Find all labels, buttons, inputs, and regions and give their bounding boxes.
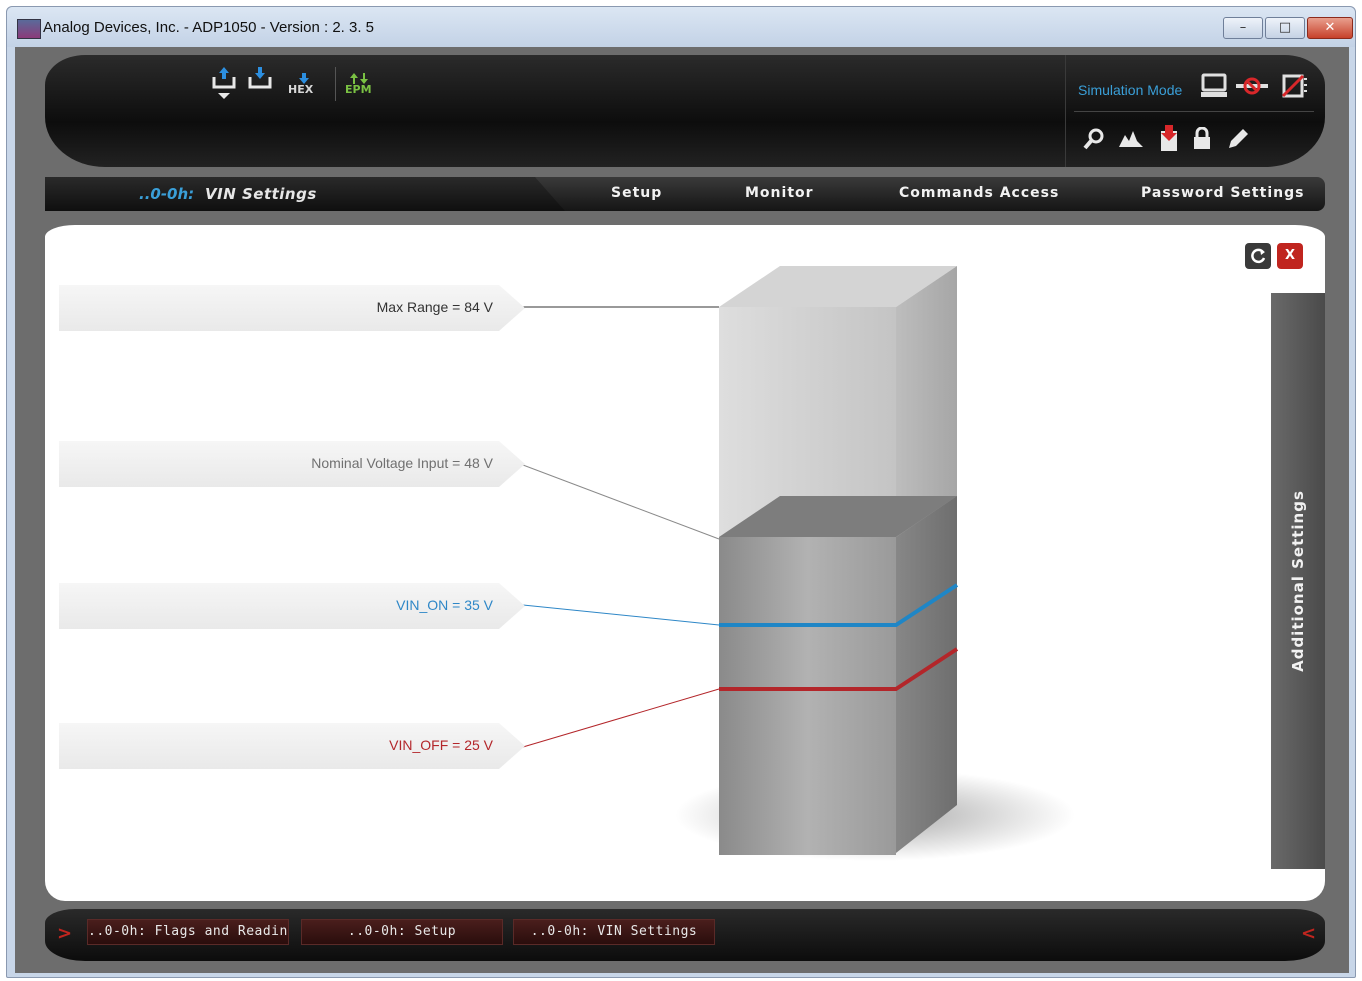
epm-icon[interactable]: EPM bbox=[345, 67, 375, 96]
column-lower-side bbox=[896, 496, 957, 853]
lock-icon[interactable] bbox=[1192, 126, 1212, 157]
simulation-separator bbox=[1074, 111, 1314, 112]
nominal-voltage-label: Nominal Voltage Input = 48 V bbox=[311, 455, 493, 471]
max-range-callout: Max Range = 84 V bbox=[59, 285, 525, 331]
nav-item-monitor[interactable]: Monitor bbox=[745, 185, 814, 201]
vin-on-callout[interactable]: VIN_ON = 35 V bbox=[59, 583, 525, 629]
max-range-label: Max Range = 84 V bbox=[376, 299, 493, 315]
upload-icon[interactable] bbox=[211, 65, 237, 110]
computer-icon[interactable] bbox=[1200, 73, 1228, 105]
maximize-button[interactable]: □ bbox=[1265, 17, 1305, 39]
download-icon[interactable] bbox=[247, 65, 273, 98]
search-icon[interactable] bbox=[1082, 127, 1106, 157]
vin-on-label: VIN_ON = 35 V bbox=[396, 597, 493, 613]
app-window: Analog Devices, Inc. - ADP1050 - Version… bbox=[6, 6, 1356, 978]
bottom-tab-flags-readings[interactable]: ..0-0h: Flags and Readings bbox=[87, 919, 289, 945]
bottom-tab-vin-settings[interactable]: ..0-0h: VIN Settings bbox=[513, 919, 715, 945]
toolbar-divider bbox=[335, 67, 336, 101]
waveform-icon[interactable] bbox=[1118, 129, 1144, 155]
nav-item-commands-access[interactable]: Commands Access bbox=[899, 185, 1059, 201]
vin-off-label: VIN_OFF = 25 V bbox=[389, 737, 493, 753]
additional-settings-label: Additional Settings bbox=[1289, 490, 1307, 672]
pencil-icon[interactable] bbox=[1226, 127, 1250, 157]
page-title: VIN Settings bbox=[205, 185, 317, 203]
app-logo-icon bbox=[17, 19, 41, 39]
title-bar[interactable]: Analog Devices, Inc. - ADP1050 - Version… bbox=[7, 7, 1355, 47]
nominal-voltage-callout: Nominal Voltage Input = 48 V bbox=[59, 441, 525, 487]
nominal-leader bbox=[522, 464, 720, 540]
column-lower-front bbox=[719, 537, 896, 855]
close-window-button[interactable]: ✕ bbox=[1307, 17, 1353, 39]
simulation-mode-label: Simulation Mode bbox=[1078, 82, 1183, 98]
vin-settings-panel: X Max Range = 84 V Nominal Voltage Input… bbox=[45, 225, 1325, 901]
bottom-tab-setup[interactable]: ..0-0h: Setup bbox=[301, 919, 503, 945]
hex-download-icon[interactable]: HEX bbox=[288, 67, 319, 96]
scroll-left-arrow-icon[interactable]: < bbox=[1301, 923, 1316, 944]
vin-off-leader bbox=[522, 688, 720, 748]
nav-item-password-settings[interactable]: Password Settings bbox=[1141, 185, 1304, 201]
vin-on-leader bbox=[522, 604, 720, 626]
epm-label: EPM bbox=[345, 83, 372, 96]
main-toolbar: HEX EPM Simulation Mode bbox=[45, 55, 1325, 167]
breadcrumb: ..0-0h: VIN Settings bbox=[45, 177, 565, 211]
window-title: Analog Devices, Inc. - ADP1050 - Version… bbox=[43, 19, 375, 36]
simulation-panel: Simulation Mode bbox=[1065, 55, 1326, 167]
disconnect-icon[interactable] bbox=[1234, 75, 1270, 103]
scroll-right-arrow-icon[interactable]: > bbox=[57, 923, 72, 944]
device-disabled-icon[interactable] bbox=[1280, 73, 1308, 105]
vin-off-callout[interactable]: VIN_OFF = 25 V bbox=[59, 723, 525, 769]
hex-label: HEX bbox=[288, 83, 314, 96]
nav-item-setup[interactable]: Setup bbox=[611, 185, 662, 201]
breadcrumb-prefix: ..0-0h: bbox=[139, 185, 195, 203]
nav-bar: ..0-0h: VIN Settings Setup Monitor Comma… bbox=[45, 177, 1325, 211]
client-area: HEX EPM Simulation Mode ..0-0h: VIN Sett… bbox=[15, 47, 1349, 973]
minimize-button[interactable]: – bbox=[1223, 17, 1263, 39]
additional-settings-tab[interactable]: Additional Settings bbox=[1271, 293, 1325, 869]
program-device-icon[interactable] bbox=[1158, 125, 1180, 159]
open-pages-bar: > ..0-0h: Flags and Readings ..0-0h: Set… bbox=[45, 909, 1325, 961]
